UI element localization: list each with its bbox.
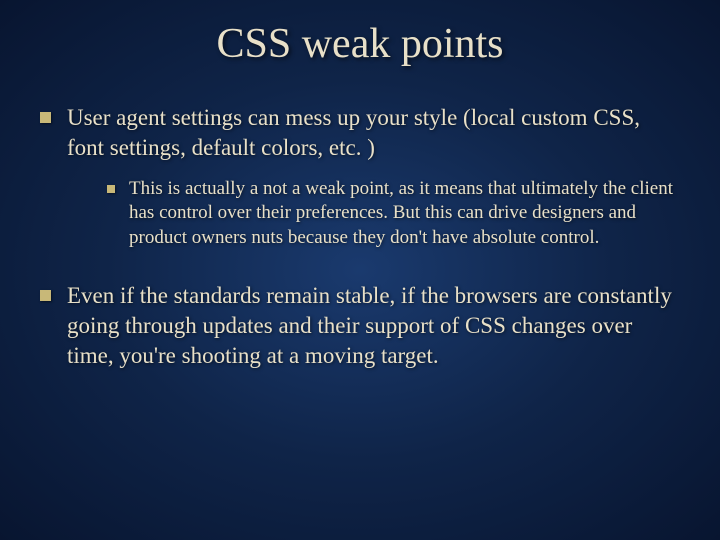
slide-title: CSS weak points xyxy=(40,20,680,68)
square-bullet-icon xyxy=(107,185,115,193)
sub-bullet-list: This is actually a not a weak point, as … xyxy=(67,177,680,251)
bullet-content: User agent settings can mess up your sty… xyxy=(67,103,680,269)
bullet-list: User agent settings can mess up your sty… xyxy=(40,103,680,371)
square-bullet-icon xyxy=(40,112,51,123)
bullet-text: User agent settings can mess up your sty… xyxy=(67,105,640,160)
square-bullet-icon xyxy=(40,290,51,301)
sub-bullet-item: This is actually a not a weak point, as … xyxy=(107,177,680,251)
sub-bullet-text: This is actually a not a weak point, as … xyxy=(129,177,680,251)
bullet-item: User agent settings can mess up your sty… xyxy=(40,103,680,269)
bullet-item: Even if the standards remain stable, if … xyxy=(40,281,680,371)
slide-container: CSS weak points User agent settings can … xyxy=(0,0,720,540)
bullet-text: Even if the standards remain stable, if … xyxy=(67,281,680,371)
